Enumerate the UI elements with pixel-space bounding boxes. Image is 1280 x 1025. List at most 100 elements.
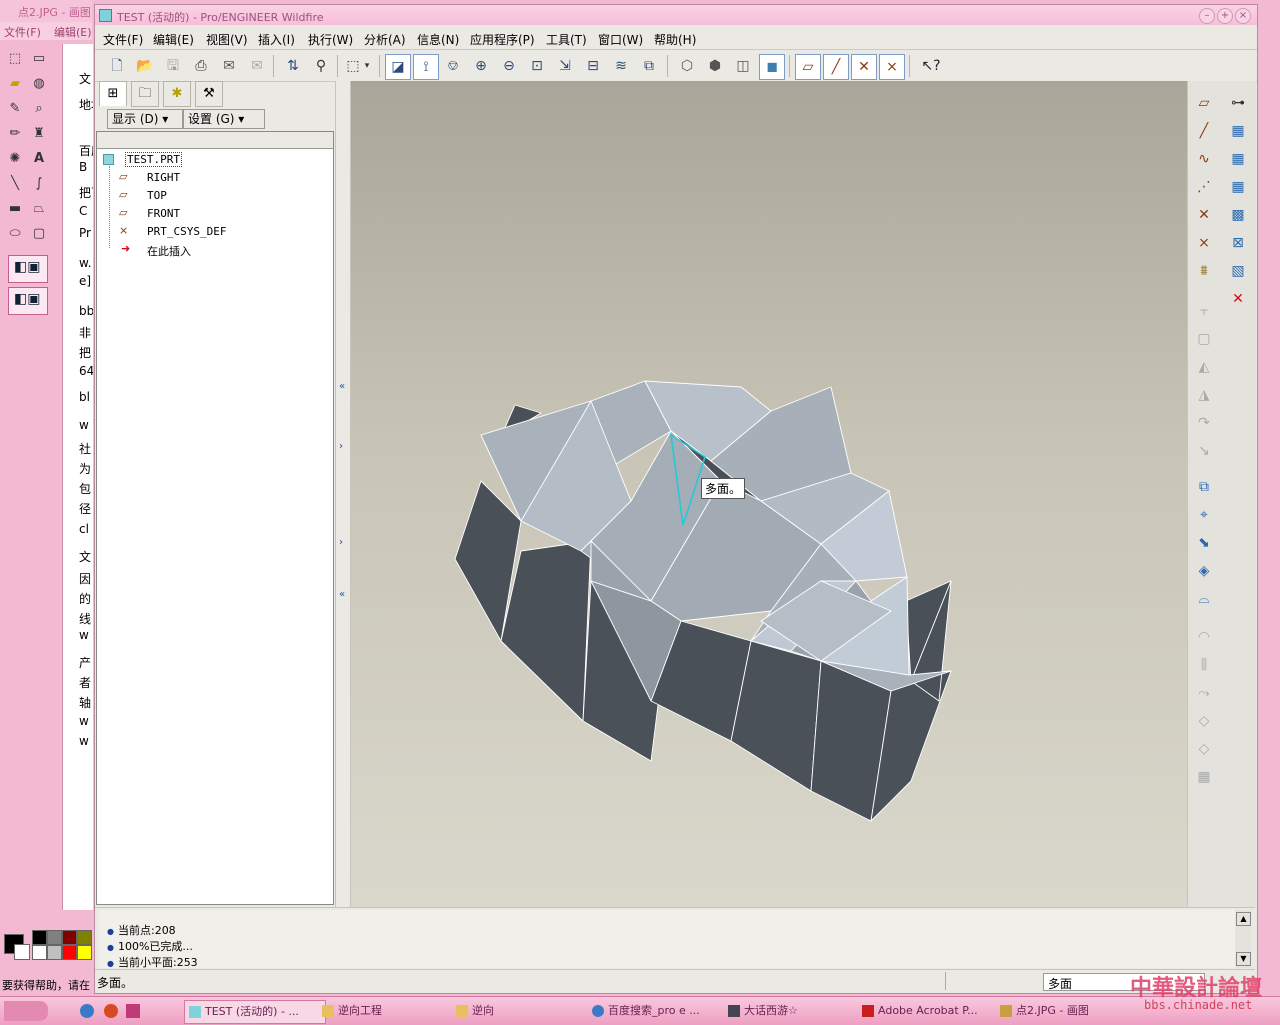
new-icon[interactable]: 🗋 — [105, 54, 129, 78]
expand-arrow-icon[interactable]: › — [339, 441, 343, 452]
menu-help[interactable]: 帮助(H) — [654, 31, 696, 48]
rectangle-tool-icon[interactable]: ▬ — [6, 200, 24, 218]
thicken-icon[interactable]: ◠ — [1192, 625, 1216, 649]
view-manager-icon[interactable]: ⧉ — [637, 54, 661, 78]
taskbar-item-proe[interactable]: TEST (活动的) - ... — [184, 1000, 326, 1024]
layers-icon[interactable]: ≋ — [609, 54, 633, 78]
pencil-icon[interactable]: ✏ — [6, 125, 24, 143]
measure-icon[interactable]: ⊶ — [1226, 91, 1250, 115]
palette-color[interactable] — [77, 930, 92, 945]
menu-window[interactable]: 窗口(W) — [598, 31, 643, 48]
extend-icon[interactable]: ◈ — [1192, 559, 1216, 583]
fill-icon[interactable]: ◍ — [30, 75, 48, 93]
rounded-rect-tool-icon[interactable]: ▢ — [30, 225, 48, 243]
folder-browser-tab[interactable]: 🗀 — [131, 81, 159, 107]
wrap-icon[interactable]: ◇ — [1192, 737, 1216, 761]
menu-tools[interactable]: 工具(T) — [546, 31, 587, 48]
find-icon[interactable]: ⚲ — [309, 54, 333, 78]
close-window-button[interactable]: × — [1235, 8, 1251, 24]
background-color[interactable] — [14, 944, 30, 960]
pattern-icon[interactable]: ▦ — [1226, 119, 1250, 143]
model-tree-tab[interactable]: ⊞ — [99, 81, 127, 106]
datum-curve-tool-icon[interactable]: ∿ — [1192, 147, 1216, 171]
dropdown-icon[interactable]: ▾ — [361, 54, 373, 78]
intersect-icon[interactable]: ▦ — [1226, 175, 1250, 199]
csys-icon[interactable]: ⨯ — [879, 54, 905, 80]
airbrush-icon[interactable]: ✺ — [6, 150, 24, 168]
shell-icon[interactable]: ▢ — [1192, 327, 1216, 351]
tree-item-top[interactable]: TOP — [147, 189, 167, 202]
intersect-tool-icon[interactable]: ⤳ — [1192, 681, 1216, 705]
trim-icon[interactable]: ⬊ — [1192, 531, 1216, 555]
analysis-feature-icon[interactable]: ⩩ — [1192, 259, 1216, 283]
project-tool-icon[interactable]: ◇ — [1192, 709, 1216, 733]
hole-icon[interactable]: ⫟ — [1192, 299, 1216, 323]
menu-applications[interactable]: 应用程序(P) — [470, 31, 535, 48]
taskbar-item-reverse-engineering[interactable]: 逆向工程 — [318, 1000, 458, 1022]
tree-item-front[interactable]: FRONT — [147, 207, 180, 220]
reorient-icon[interactable]: ⇲ — [553, 54, 577, 78]
regenerate-icon[interactable]: ⇅ — [281, 54, 305, 78]
graphics-window[interactable]: 多面。 — [351, 81, 1187, 907]
polygon-tool-icon[interactable]: ⏢ — [30, 200, 48, 218]
tree-item-insert-here[interactable]: 在此插入 — [147, 243, 191, 259]
tool-option-transparent[interactable]: ◧▣ — [8, 287, 48, 315]
facet-tool-icon[interactable]: ⊠ — [1226, 231, 1250, 255]
picker-icon[interactable]: ✎ — [6, 100, 24, 118]
datum-points-icon[interactable]: ✕ — [851, 54, 877, 80]
quicklaunch-browser-icon[interactable] — [80, 1004, 94, 1018]
palette-color[interactable] — [32, 945, 47, 960]
settings-menu-button[interactable]: 设置 (G) ▾ — [183, 109, 265, 129]
email-icon[interactable]: ✉ — [217, 54, 241, 78]
saved-view-icon[interactable]: ⊟ — [581, 54, 605, 78]
print-icon[interactable]: ⎙ — [189, 54, 213, 78]
datum-plane-tool-icon[interactable]: ▱ — [1192, 91, 1216, 115]
brush-icon[interactable]: ♜ — [30, 125, 48, 143]
taskbar-item-paint[interactable]: 点2.JPG - 画图 — [996, 1000, 1136, 1022]
palette-color[interactable] — [47, 945, 62, 960]
spin-center-icon[interactable]: ⟟ — [413, 54, 439, 80]
project-icon[interactable]: ▩ — [1226, 203, 1250, 227]
show-menu-button[interactable]: 显示 (D) ▾ — [107, 109, 183, 129]
scroll-up-icon[interactable]: ▲ — [1236, 912, 1251, 926]
window-titlebar[interactable]: TEST (活动的) - Pro/ENGINEER Wildfire – + × — [95, 5, 1257, 25]
no-hidden-icon[interactable]: ◫ — [731, 54, 755, 78]
palette-color[interactable] — [32, 930, 47, 945]
hidden-line-icon[interactable]: ⬢ — [703, 54, 727, 78]
curve-tool-icon[interactable]: ∫ — [30, 175, 48, 193]
sketched-curve-icon[interactable]: ⋰ — [1192, 175, 1216, 199]
faceted-model[interactable] — [351, 81, 1187, 907]
merge-icon[interactable]: ▦ — [1226, 147, 1250, 171]
chamfer-icon[interactable]: ↘ — [1192, 439, 1216, 463]
paint-menu-file[interactable]: 文件(F) — [4, 24, 41, 40]
text-tool-icon[interactable]: A — [30, 150, 48, 168]
taskbar-item-acrobat[interactable]: Adobe Acrobat P... — [858, 1000, 1000, 1022]
message-scrollbar[interactable]: ▲ ▼ — [1235, 910, 1251, 968]
expand-arrow-icon[interactable]: › — [339, 537, 343, 548]
orient-icon[interactable]: ⎊ — [441, 54, 465, 78]
ellipse-tool-icon[interactable]: ⬭ — [6, 225, 24, 243]
tool-option-opaque[interactable]: ◧▣ — [8, 255, 48, 283]
wireframe-icon[interactable]: ⬡ — [675, 54, 699, 78]
palette-color[interactable] — [62, 930, 77, 945]
favorites-tab[interactable]: ✱ — [163, 81, 191, 107]
draft-icon[interactable]: ◮ — [1192, 383, 1216, 407]
open-icon[interactable]: 📂 — [133, 54, 157, 78]
eraser-icon[interactable]: ▰ — [6, 75, 24, 93]
magnifier-icon[interactable]: ⌕ — [30, 100, 48, 118]
datum-planes-icon[interactable]: ▱ — [795, 54, 821, 80]
tree-root[interactable]: TEST.PRT — [125, 152, 182, 167]
palette-color[interactable] — [62, 945, 77, 960]
taskbar-item-baidu[interactable]: 百度搜索_pro e ... — [588, 1000, 728, 1022]
menu-edit[interactable]: 编辑(E) — [153, 31, 194, 48]
zoom-in-icon[interactable]: ⊕ — [469, 54, 493, 78]
quicklaunch-app-icon[interactable] — [104, 1004, 118, 1018]
email-alt-icon[interactable]: ✉ — [245, 54, 269, 78]
line-tool-icon[interactable]: ╲ — [6, 175, 24, 193]
datum-axes-icon[interactable]: ╱ — [823, 54, 849, 80]
menu-insert[interactable]: 插入(I) — [258, 31, 295, 48]
scroll-down-icon[interactable]: ▼ — [1236, 952, 1251, 966]
pattern-tool-icon[interactable]: ▦ — [1192, 765, 1216, 789]
taskbar-item-reverse[interactable]: 逆向 — [452, 1000, 592, 1022]
save-icon[interactable]: 🖫 — [161, 54, 185, 78]
